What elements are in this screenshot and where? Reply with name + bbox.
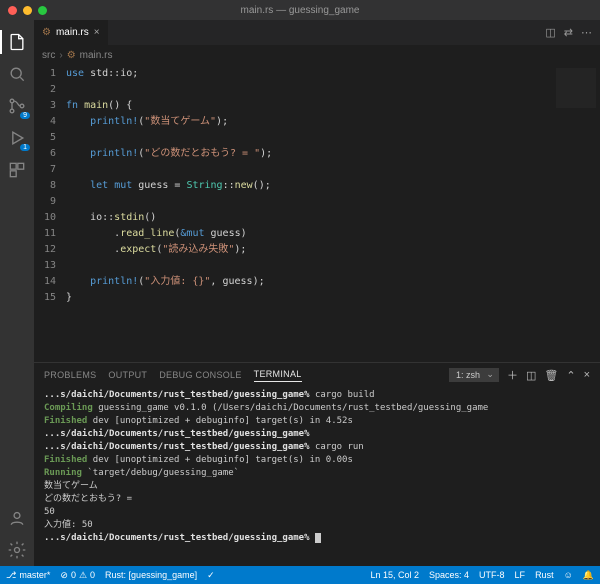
settings-gear-icon[interactable] [5, 538, 29, 562]
line-number: 15 [34, 290, 56, 306]
code-editor[interactable]: 123456789101112131415 use std::io;fn mai… [34, 64, 600, 362]
terminal-line: 50 [44, 506, 590, 519]
line-number: 11 [34, 226, 56, 242]
tab-terminal[interactable]: TERMINAL [254, 369, 302, 382]
status-checkmark-icon[interactable]: ✓ [207, 570, 215, 581]
status-indent[interactable]: Spaces: 4 [429, 570, 469, 581]
code-line[interactable] [66, 194, 600, 210]
bottom-panel: PROBLEMS OUTPUT DEBUG CONSOLE TERMINAL 1… [34, 362, 600, 566]
status-problems[interactable]: ⊘ 0 ⚠ 0 [60, 570, 95, 581]
rust-file-icon: ⚙ [42, 27, 51, 38]
terminal-line: 数当てゲーム [44, 480, 590, 493]
terminal-line: Finished dev [unoptimized + debuginfo] t… [44, 415, 590, 428]
extensions-icon[interactable] [5, 158, 29, 182]
code-line[interactable] [66, 82, 600, 98]
code-line[interactable]: println!("入力値: {}", guess); [66, 274, 600, 290]
tab-debug-console[interactable]: DEBUG CONSOLE [159, 370, 241, 380]
code-line[interactable]: .expect("読み込み失敗"); [66, 242, 600, 258]
status-language[interactable]: Rust [535, 570, 554, 581]
search-icon[interactable] [5, 62, 29, 86]
terminal-line: Running `target/debug/guessing_game` [44, 467, 590, 480]
terminal-line: ...s/daichi/Documents/rust_testbed/guess… [44, 389, 590, 402]
compare-changes-icon[interactable]: ⇄ [564, 26, 573, 39]
line-number: 14 [34, 274, 56, 290]
feedback-icon[interactable]: ☺ [564, 570, 573, 581]
line-number: 5 [34, 130, 56, 146]
scm-badge: 9 [20, 112, 30, 119]
split-terminal-icon[interactable]: ◫ [526, 369, 536, 382]
maximize-panel-icon[interactable]: ⌃ [566, 369, 575, 382]
run-debug-icon[interactable]: 1 [5, 126, 29, 150]
line-number: 10 [34, 210, 56, 226]
code-line[interactable]: println!("数当てゲーム"); [66, 114, 600, 130]
code-line[interactable]: io::stdin() [66, 210, 600, 226]
breadcrumb-folder[interactable]: src [42, 50, 55, 61]
breadcrumb-file[interactable]: main.rs [80, 50, 113, 61]
terminal-output[interactable]: ...s/daichi/Documents/rust_testbed/guess… [34, 387, 600, 566]
explorer-icon[interactable] [5, 30, 29, 54]
new-terminal-icon[interactable]: ＋ [507, 367, 518, 383]
terminal-line: ...s/daichi/Documents/rust_testbed/guess… [44, 441, 590, 454]
line-number: 6 [34, 146, 56, 162]
window-close-icon[interactable] [8, 6, 17, 15]
window-title: main.rs — guessing_game [0, 5, 600, 16]
breadcrumb[interactable]: src › ⚙ main.rs [34, 46, 600, 64]
terminal-line: Finished dev [unoptimized + debuginfo] t… [44, 454, 590, 467]
split-editor-icon[interactable]: ◫ [545, 26, 555, 39]
code-line[interactable]: .read_line(&mut guess) [66, 226, 600, 242]
line-number: 8 [34, 178, 56, 194]
tab-main-rs[interactable]: ⚙ main.rs × [34, 20, 109, 45]
status-lncol[interactable]: Ln 15, Col 2 [370, 570, 419, 581]
tab-output[interactable]: OUTPUT [108, 370, 147, 380]
tab-problems[interactable]: PROBLEMS [44, 370, 96, 380]
terminal-line: 入力値: 50 [44, 519, 590, 532]
code-line[interactable]: let mut guess = String::new(); [66, 178, 600, 194]
terminal-line: どの数だとおもう? = [44, 493, 590, 506]
line-number: 9 [34, 194, 56, 210]
chevron-right-icon: › [59, 50, 62, 61]
line-number: 13 [34, 258, 56, 274]
code-line[interactable] [66, 130, 600, 146]
code-line[interactable]: use std::io; [66, 66, 600, 82]
status-encoding[interactable]: UTF-8 [479, 570, 505, 581]
window-zoom-icon[interactable] [38, 6, 47, 15]
line-number: 7 [34, 162, 56, 178]
tab-close-icon[interactable]: × [94, 27, 100, 38]
terminal-line: Compiling guessing_game v0.1.0 (/Users/d… [44, 402, 590, 415]
source-control-icon[interactable]: 9 [5, 94, 29, 118]
activity-bar: 9 1 [0, 20, 34, 566]
terminal-line: ...s/daichi/Documents/rust_testbed/guess… [44, 532, 590, 545]
debug-badge: 1 [20, 144, 30, 151]
code-line[interactable] [66, 258, 600, 274]
terminal-cursor [315, 533, 321, 543]
terminal-line: ...s/daichi/Documents/rust_testbed/guess… [44, 428, 590, 441]
kill-terminal-icon[interactable]: 🗑 [544, 369, 558, 382]
code-line[interactable]: fn main() { [66, 98, 600, 114]
rust-file-icon: ⚙ [67, 50, 76, 61]
more-actions-icon[interactable]: ⋯ [581, 26, 592, 39]
tab-label: main.rs [56, 27, 89, 38]
accounts-icon[interactable] [5, 506, 29, 530]
editor-tabs: ⚙ main.rs × ◫ ⇄ ⋯ [34, 20, 600, 46]
line-number: 4 [34, 114, 56, 130]
minimap[interactable] [556, 68, 596, 108]
code-line[interactable]: println!("どの数だとおもう? = "); [66, 146, 600, 162]
code-line[interactable]: } [66, 290, 600, 306]
close-panel-icon[interactable]: × [584, 369, 590, 381]
window-titlebar: main.rs — guessing_game [0, 0, 600, 20]
line-number: 3 [34, 98, 56, 114]
notifications-icon[interactable]: 🔔 [583, 570, 594, 581]
status-eol[interactable]: LF [515, 570, 526, 581]
line-number: 1 [34, 66, 56, 82]
code-line[interactable] [66, 162, 600, 178]
status-rust-analyzer[interactable]: Rust: [guessing_game] [105, 570, 197, 580]
window-minimize-icon[interactable] [23, 6, 32, 15]
line-number: 2 [34, 82, 56, 98]
line-number: 12 [34, 242, 56, 258]
terminal-selector[interactable]: 1: zsh [449, 368, 499, 382]
status-bar: ⎇ master* ⊘ 0 ⚠ 0 Rust: [guessing_game] … [0, 566, 600, 584]
status-branch[interactable]: ⎇ master* [6, 570, 50, 581]
